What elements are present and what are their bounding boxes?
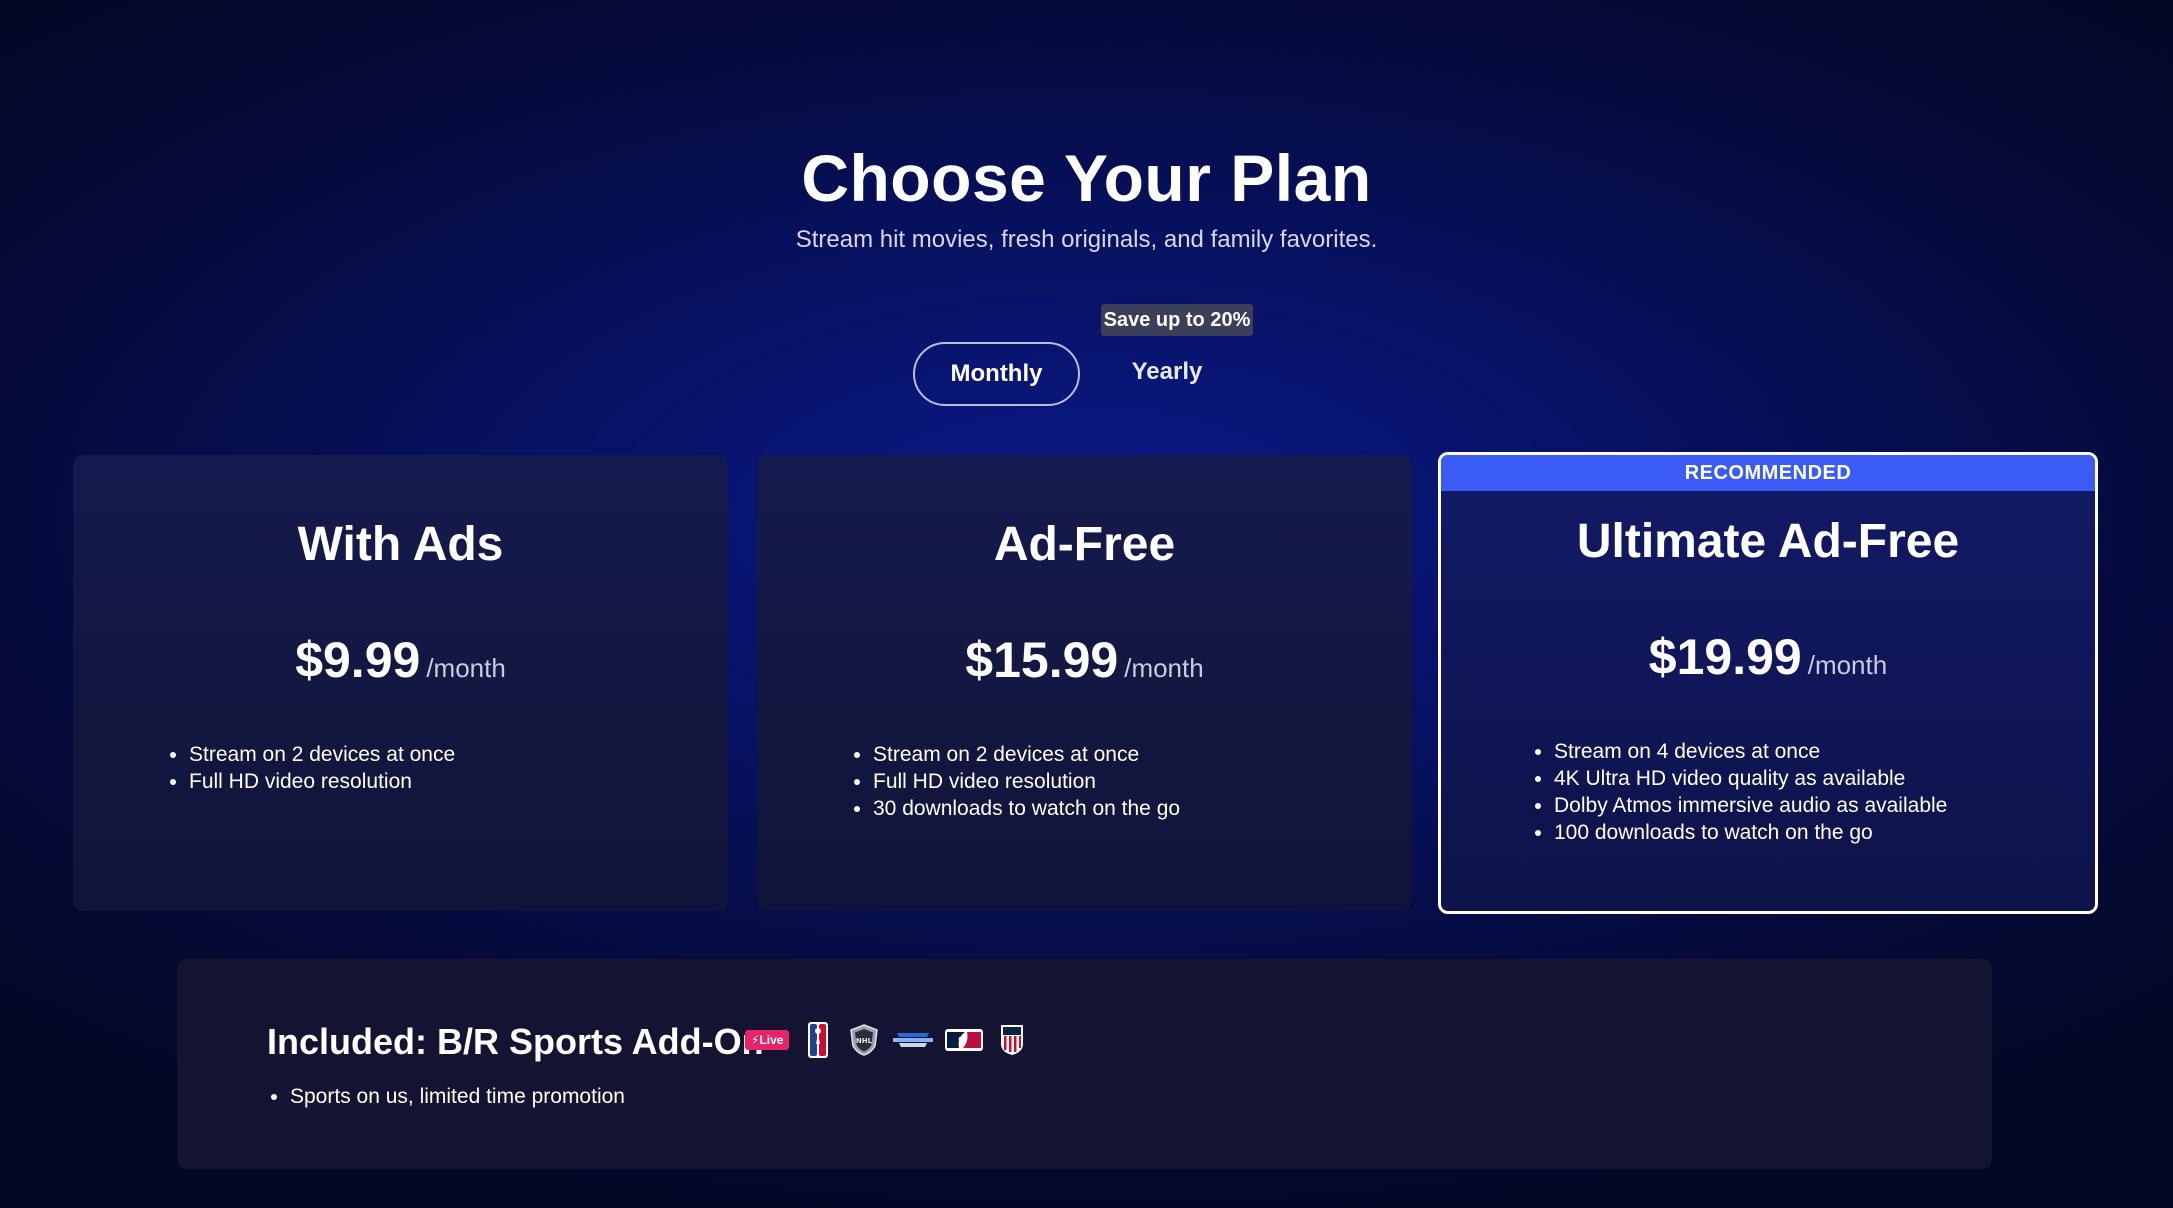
monthly-toggle-button[interactable]: Monthly (913, 342, 1080, 406)
plan-feature: 30 downloads to watch on the go (873, 795, 1180, 822)
plan-card-ad-free[interactable]: Ad-Free $15.99/month Stream on 2 devices… (757, 455, 1412, 911)
plan-period: /month (1124, 653, 1204, 683)
plan-price-row: $15.99/month (757, 631, 1412, 689)
march-madness-logo-icon (893, 1023, 934, 1057)
us-soccer-logo-icon (995, 1023, 1029, 1057)
plan-name: With Ads (297, 518, 504, 571)
live-badge-icon: ⚡Live (745, 1030, 790, 1050)
plan-feature: Dolby Atmos immersive audio as available (1554, 792, 1947, 819)
svg-text:NHL: NHL (856, 1037, 873, 1045)
yearly-toggle-button[interactable]: Yearly (1081, 342, 1253, 406)
plan-feature-list: Stream on 4 devices at once 4K Ultra HD … (1532, 738, 1947, 846)
recommended-badge: RECOMMENDED (1441, 455, 2095, 491)
plan-feature-list: Stream on 2 devices at once Full HD vide… (851, 741, 1180, 822)
live-label: Live (759, 1033, 784, 1047)
plan-card-with-ads[interactable]: With Ads $9.99/month Stream on 2 devices… (73, 455, 728, 911)
plan-price-row: $9.99/month (73, 631, 728, 689)
plan-period: /month (426, 653, 506, 683)
plan-price-row: $19.99/month (1441, 628, 2095, 686)
plan-feature: Stream on 4 devices at once (1554, 738, 1947, 765)
sports-logos: ⚡Live NHL (745, 1020, 1029, 1060)
nhl-logo-icon: NHL (847, 1023, 881, 1057)
plan-feature: Full HD video resolution (189, 768, 455, 795)
plan-feature: Stream on 2 devices at once (873, 741, 1180, 768)
plan-period: /month (1807, 650, 1888, 680)
page-subtitle: Stream hit movies, fresh originals, and … (795, 226, 1378, 253)
plan-price: $15.99 (965, 632, 1119, 688)
page-title: Choose Your Plan (801, 141, 1372, 215)
plan-card-ultimate-ad-free[interactable]: RECOMMENDED Ultimate Ad-Free $19.99/mont… (1438, 452, 2098, 914)
sports-addon-panel: Included: B/R Sports Add-On ⚡Live NHL • … (177, 959, 1992, 1169)
nba-logo-icon (801, 1022, 835, 1058)
save-badge: Save up to 20% (1101, 304, 1253, 336)
plan-price: $9.99 (295, 632, 421, 688)
plan-selection-page: Choose Your Plan Stream hit movies, fres… (0, 0, 2173, 1208)
billing-period-toggle: Monthly Yearly (913, 342, 1253, 406)
plan-feature: 4K Ultra HD video quality as available (1554, 765, 1947, 792)
plan-name: Ad-Free (993, 518, 1176, 571)
plan-price: $19.99 (1648, 629, 1802, 685)
mlb-logo-icon (945, 1023, 984, 1057)
addon-feature-list: Sports on us, limited time promotion (268, 1083, 625, 1110)
plan-feature: Full HD video resolution (873, 768, 1180, 795)
plan-feature-list: Stream on 2 devices at once Full HD vide… (167, 741, 455, 795)
addon-feature: Sports on us, limited time promotion (290, 1083, 625, 1110)
plan-name: Ultimate Ad-Free (1576, 515, 1960, 568)
addon-title: Included: B/R Sports Add-On (267, 1021, 764, 1062)
plan-feature: 100 downloads to watch on the go (1554, 819, 1947, 846)
plan-feature: Stream on 2 devices at once (189, 741, 455, 768)
